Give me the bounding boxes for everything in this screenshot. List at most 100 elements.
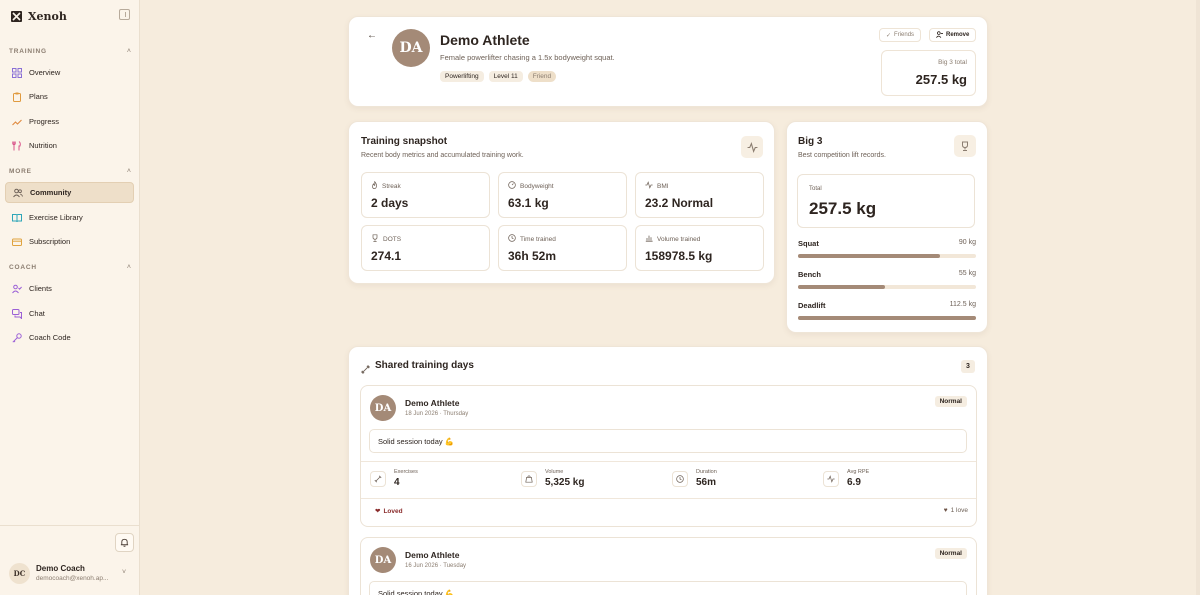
metric-dots: DOTS 274.1 — [361, 225, 490, 271]
tag-sport: Powerlifting — [440, 71, 484, 82]
metric-value: 158978.5 kg — [645, 249, 713, 263]
big3-total-box: Big 3 total 257.5 kg — [881, 50, 976, 96]
sidebar-item-exercise-library[interactable]: Exercise Library — [5, 207, 134, 228]
bar-chart-icon — [645, 234, 653, 244]
sidebar-item-progress[interactable]: Progress — [5, 111, 134, 132]
lift-progress-fill — [798, 316, 976, 320]
sidebar-item-label: Community — [30, 188, 72, 197]
metric-value: 63.1 kg — [508, 196, 549, 210]
day-athlete-name: Demo Athlete — [405, 550, 460, 560]
stat-duration: Duration 56m — [672, 469, 812, 491]
user-check-icon — [11, 283, 22, 294]
section-more[interactable]: MORE ˄ — [9, 166, 131, 176]
dumbbell-icon — [361, 361, 370, 379]
dumbbell-icon — [370, 471, 386, 487]
stat-label: Volume — [545, 469, 564, 475]
page-scrollbar[interactable] — [1196, 0, 1200, 595]
athlete-name: Demo Athlete — [440, 32, 530, 48]
lift-name: Bench — [798, 270, 821, 279]
sidebar-collapse-icon[interactable] — [119, 9, 130, 20]
remove-label: Remove — [946, 32, 970, 38]
tag-friend: Friend — [527, 71, 557, 82]
friends-label: Friends — [894, 32, 915, 38]
metric-value: 2 days — [371, 196, 409, 210]
section-coach[interactable]: COACH ˄ — [9, 262, 131, 272]
day-note: Solid session today 💪 — [369, 429, 967, 453]
clipboard-icon — [11, 91, 22, 102]
lift-value: 90 kg — [958, 239, 976, 246]
training-day-card[interactable]: DA Demo Athlete 16 Jun 2026 · Tuesday No… — [360, 537, 977, 595]
sidebar-divider — [0, 525, 140, 526]
stat-label: Duration — [696, 469, 717, 475]
user-minus-icon — [936, 30, 943, 40]
metric-time-trained: Time trained 36h 52m — [498, 225, 627, 271]
stat-value: 56m — [696, 477, 717, 488]
day-avatar: DA — [370, 395, 396, 421]
sidebar-item-coach-code[interactable]: Coach Code — [5, 327, 134, 348]
shared-title: Shared training days — [375, 360, 474, 371]
lift-progress-track — [798, 316, 976, 320]
big3-card: Big 3 Best competition lift records. Tot… — [786, 121, 988, 333]
sidebar-item-clients[interactable]: Clients — [5, 278, 134, 299]
clock-icon — [508, 234, 516, 244]
sidebar-item-chat[interactable]: Chat — [5, 303, 134, 324]
key-icon — [11, 332, 22, 343]
athlete-bio: Female powerlifter chasing a 1.5x bodywe… — [440, 53, 615, 62]
shared-count-badge: 3 — [961, 360, 975, 373]
stat-value: 4 — [394, 477, 400, 488]
sidebar-item-nutrition[interactable]: Nutrition — [5, 135, 134, 156]
pulse-icon — [823, 471, 839, 487]
flame-icon — [371, 181, 378, 191]
metric-label: Volume trained — [645, 234, 700, 244]
love-count: ♥ 1 love — [943, 507, 968, 514]
sidebar-item-plans[interactable]: Plans — [5, 86, 134, 107]
back-arrow-icon[interactable]: ← — [367, 30, 377, 41]
total-label: Total — [809, 186, 822, 192]
heart-icon: ❤ — [375, 508, 381, 515]
chevron-down-icon[interactable]: ˅ — [122, 569, 126, 576]
day-divider — [361, 461, 976, 462]
stat-volume: Volume 5,325 kg — [521, 469, 661, 491]
metric-value: 274.1 — [371, 249, 402, 263]
athlete-tags: Powerlifting Level 11 Friend — [440, 71, 557, 82]
pulse-icon — [741, 136, 763, 158]
notifications-button[interactable] — [115, 533, 134, 552]
sidebar: Xenoh TRAINING ˄ Overview Plans Progress… — [0, 0, 140, 595]
training-day-card[interactable]: DA Demo Athlete 18 Jun 2026 · Thursday N… — [360, 385, 977, 527]
metric-streak: Streak 2 days — [361, 172, 490, 218]
sidebar-item-label: Clients — [29, 284, 52, 293]
lift-bench: Bench 55 kg — [798, 270, 976, 290]
users-icon — [12, 187, 23, 198]
metric-value: 36h 52m — [508, 249, 557, 263]
metric-volume-trained: Volume trained 158978.5 kg — [635, 225, 764, 271]
sidebar-item-subscription[interactable]: Subscription — [5, 231, 134, 252]
clock-icon — [672, 471, 688, 487]
sidebar-item-label: Nutrition — [29, 141, 57, 150]
sidebar-item-overview[interactable]: Overview — [5, 62, 134, 83]
user-avatar[interactable]: DC — [9, 563, 30, 584]
trophy-icon — [371, 234, 379, 244]
sidebar-item-label: Plans — [29, 92, 48, 101]
training-snapshot-card: Training snapshot Recent body metrics an… — [348, 121, 775, 284]
total-value: 257.5 kg — [809, 199, 877, 218]
athlete-avatar: DA — [392, 29, 430, 67]
chat-icon — [11, 308, 22, 319]
friends-button[interactable]: ✓ Friends — [879, 28, 922, 42]
loved-button[interactable]: ❤ Loved — [375, 507, 403, 516]
section-title-more: MORE — [9, 167, 32, 175]
chevron-up-icon: ˄ — [126, 263, 131, 271]
lift-name: Squat — [798, 239, 819, 248]
weight-icon — [521, 471, 537, 487]
lift-value: 55 kg — [958, 270, 976, 277]
metric-label: Streak — [371, 181, 401, 191]
section-training[interactable]: TRAINING ˄ — [9, 46, 131, 56]
day-date: 18 Jun 2026 · Thursday — [405, 411, 469, 417]
sidebar-item-community[interactable]: Community — [5, 182, 134, 203]
stat-value: 6.9 — [847, 477, 861, 488]
remove-friend-button[interactable]: Remove — [929, 28, 977, 42]
brand[interactable]: Xenoh — [10, 9, 67, 23]
check-icon: ✓ — [886, 32, 892, 39]
lift-progress-fill — [798, 285, 886, 289]
user-name[interactable]: Demo Coach — [36, 564, 85, 573]
scale-icon — [508, 181, 516, 191]
